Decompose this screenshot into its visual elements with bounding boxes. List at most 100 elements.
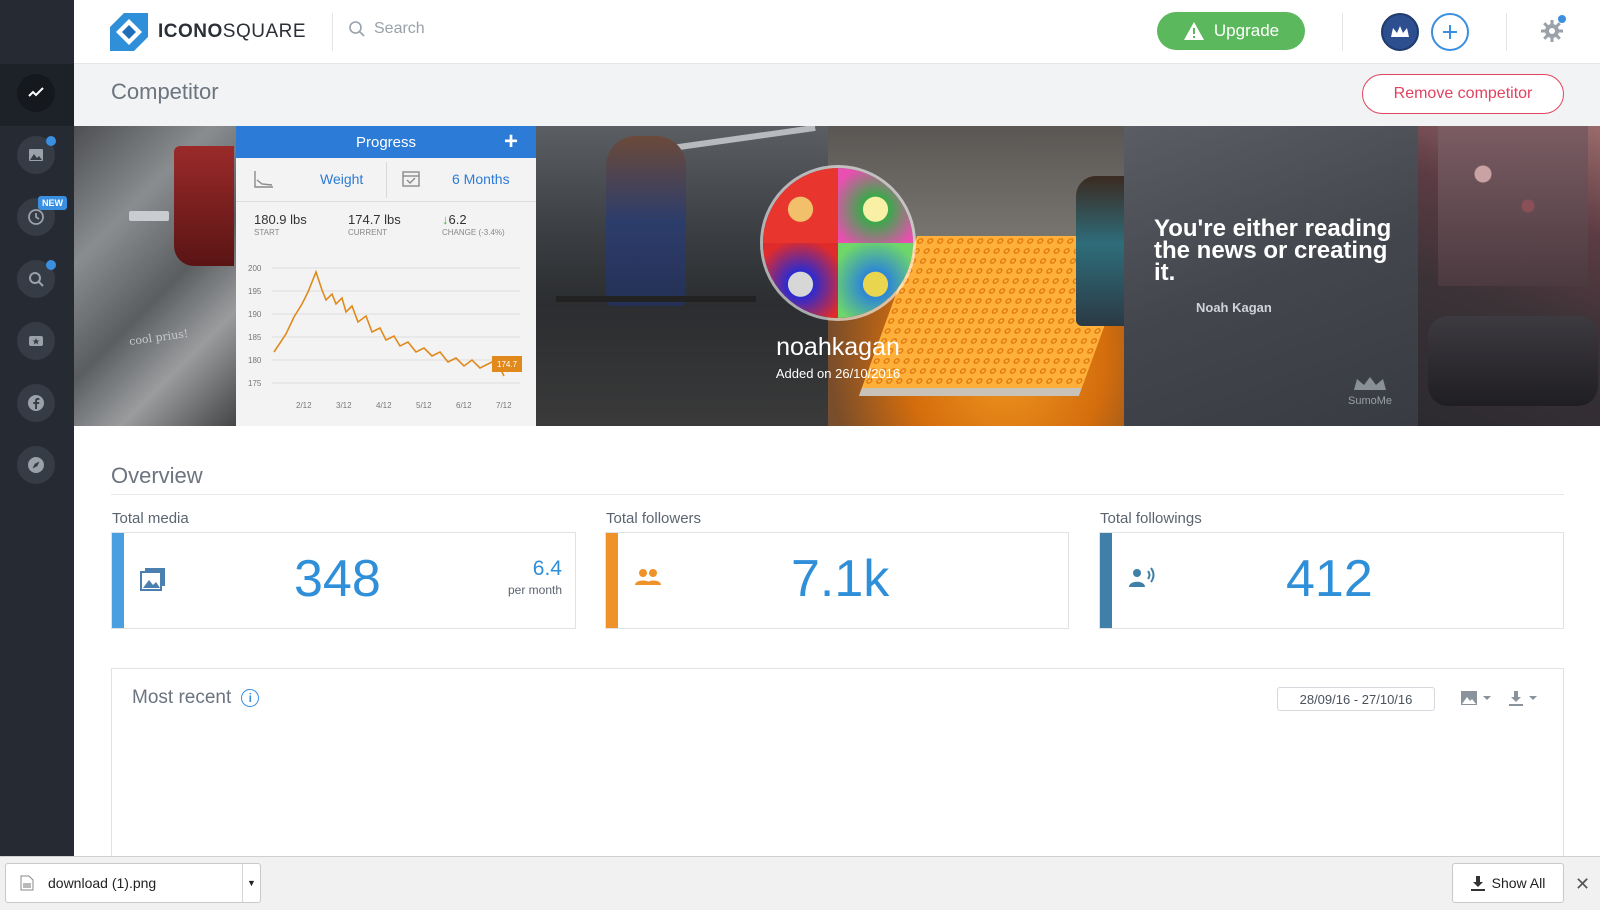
progress-tabs: Weight 6 Months	[236, 158, 536, 202]
card-accent	[1100, 533, 1112, 628]
add-account-button[interactable]	[1431, 13, 1469, 51]
x-tick-label: 5/12	[416, 401, 432, 410]
y-tick-label: 175	[248, 379, 262, 388]
show-all-button[interactable]: Show All	[1452, 863, 1564, 903]
account-avatar[interactable]	[1381, 13, 1419, 51]
settings-badge-dot	[1558, 15, 1566, 23]
sidebar-item-explore[interactable]	[17, 446, 55, 484]
media-type-dropdown[interactable]	[1460, 690, 1492, 706]
analytics-icon	[28, 87, 44, 97]
new-badge: NEW	[38, 196, 67, 210]
media-tile-car[interactable]: cool prius!	[74, 126, 236, 426]
image-icon	[1461, 691, 1477, 705]
date-range-picker[interactable]: 28/09/16 - 27/10/16	[1277, 687, 1435, 711]
media-tile-quote[interactable]: You're either reading the news or creati…	[1124, 126, 1418, 426]
sidebar-item-facebook[interactable]	[17, 384, 55, 422]
followings-icon	[1129, 567, 1155, 587]
media-icon	[29, 149, 43, 161]
x-tick-label: 4/12	[376, 401, 392, 410]
quote-text: You're either reading the news or creati…	[1154, 215, 1392, 286]
top-bar: ICONOSQUARE Search Upgrade	[74, 0, 1600, 64]
sumome-label: SumoMe	[1348, 395, 1393, 407]
overview-title: Overview	[111, 463, 203, 488]
progress-title: Progress	[355, 133, 417, 151]
total-followers-value: 7.1k	[791, 550, 890, 608]
media-badge-dot	[46, 136, 56, 146]
divider	[332, 13, 333, 51]
stat-current: 174.7 lbs CURRENT	[348, 212, 401, 237]
last-value-label: 174.7	[497, 360, 518, 369]
app-window: NEW ICONOSQUARE Search Upgrade Competito…	[0, 0, 1600, 910]
caret-down-icon	[1483, 696, 1491, 700]
brand-logo[interactable]: ICONOSQUARE	[110, 13, 306, 51]
search-box[interactable]: Search	[348, 20, 425, 38]
most-recent-title: Most recent i	[132, 687, 260, 709]
card-accent	[112, 533, 124, 628]
sidebar-item-analytics[interactable]	[17, 74, 55, 112]
climbers-group	[1428, 316, 1598, 406]
search-icon	[29, 272, 44, 287]
info-icon[interactable]: i	[241, 689, 260, 707]
upgrade-button[interactable]: Upgrade	[1157, 12, 1305, 50]
total-media-card: 348 6.4 per month	[111, 532, 576, 629]
plus-icon	[1443, 25, 1457, 39]
y-tick-label: 190	[248, 310, 262, 319]
remove-competitor-button[interactable]: Remove competitor	[1362, 74, 1564, 114]
download-icon	[1470, 876, 1485, 891]
brand-name: ICONOSQUARE	[158, 21, 307, 42]
followers-icon	[635, 569, 661, 585]
upgrade-label: Upgrade	[1213, 21, 1280, 40]
total-followings-label: Total followings	[1100, 510, 1202, 527]
file-icon	[20, 875, 34, 891]
total-followings-value: 412	[1286, 550, 1373, 608]
export-dropdown[interactable]	[1508, 690, 1538, 706]
line-chart-icon	[254, 171, 273, 188]
search-badge-dot	[46, 260, 56, 270]
card-accent	[606, 533, 618, 628]
barbell	[556, 296, 756, 302]
weight-line-chart: 200 195 190 185 180 175 2/12 3/12 4/12 5/12 6/12 7/…	[248, 264, 522, 410]
download-item[interactable]: download (1).png ▼	[5, 863, 261, 903]
competitor-avatar[interactable]	[760, 165, 916, 321]
sidebar-item-promote[interactable]	[17, 322, 55, 360]
clock-icon	[28, 209, 44, 225]
media-tile-climbing[interactable]	[1418, 126, 1600, 426]
gym-person	[606, 136, 686, 306]
x-tick-label: 2/12	[296, 401, 312, 410]
caret-down-icon	[1529, 696, 1537, 700]
iconosquare-logo-icon	[110, 13, 148, 51]
x-tick-label: 7/12	[496, 401, 512, 410]
sumome-logo: SumoMe	[1348, 376, 1392, 407]
media-rate-unit: per month	[507, 583, 562, 597]
y-tick-label: 200	[248, 264, 262, 273]
stat-change: ↓6.2 CHANGE (-3.4%)	[442, 212, 505, 237]
total-media-label: Total media	[112, 510, 189, 527]
ticket-icon	[29, 336, 43, 346]
search-placeholder: Search	[374, 20, 425, 37]
quote-author: Noah Kagan	[1196, 300, 1272, 315]
media-icon	[140, 568, 165, 591]
settings-button[interactable]	[1540, 19, 1564, 48]
added-date: Added on 26/10/2016	[775, 366, 901, 381]
crown-icon	[1354, 377, 1387, 390]
download-file-name: download (1).png	[48, 875, 157, 891]
divider	[1342, 13, 1343, 51]
close-icon[interactable]: ✕	[1575, 874, 1590, 895]
media-rate-value: 6.4	[532, 557, 562, 580]
crown-icon	[1391, 26, 1409, 37]
divider	[1506, 13, 1507, 51]
climbing-wall	[1438, 126, 1588, 286]
media-tile-progress[interactable]: Progress + Weight 6 Months 180.9 lbs STAR…	[236, 126, 536, 426]
total-media-value: 348	[294, 550, 381, 608]
download-options-caret-icon[interactable]: ▼	[242, 864, 260, 902]
total-followers-label: Total followers	[606, 510, 702, 527]
y-tick-label: 180	[248, 356, 262, 365]
x-tick-label: 6/12	[456, 401, 472, 410]
page-title: Competitor	[111, 79, 219, 104]
most-recent-panel: Most recent i 28/09/16 - 27/10/16	[111, 668, 1564, 858]
y-tick-label: 185	[248, 333, 262, 342]
compass-icon	[28, 457, 44, 473]
sidebar: NEW	[0, 0, 74, 856]
progress-tab-period: 6 Months	[452, 171, 510, 187]
stat-start: 180.9 lbs START	[254, 212, 307, 237]
